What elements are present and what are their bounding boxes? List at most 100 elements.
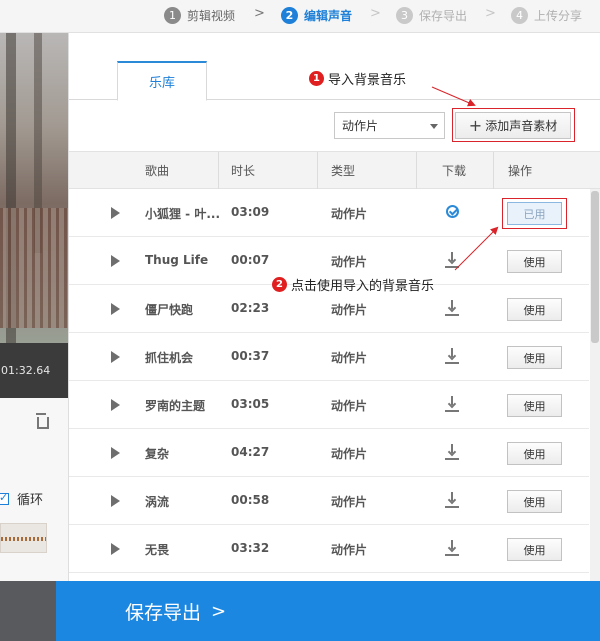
- track-type: 动作片: [331, 399, 368, 413]
- download-icon[interactable]: [445, 252, 459, 268]
- step-save-export[interactable]: 3 保存导出: [396, 5, 467, 25]
- step-separator-icon: >: [254, 6, 265, 21]
- use-button[interactable]: 使用: [507, 250, 562, 273]
- download-icon[interactable]: [445, 540, 459, 556]
- use-button[interactable]: 使用: [507, 346, 562, 369]
- download-icon[interactable]: [445, 300, 459, 316]
- audio-waveform[interactable]: [0, 523, 47, 553]
- table-row[interactable]: 涡流 00:58 动作片 使用: [69, 477, 589, 525]
- step-upload-share[interactable]: 4 上传分享: [511, 5, 582, 25]
- step-number: 3: [396, 6, 413, 24]
- use-button[interactable]: 使用: [507, 538, 562, 561]
- track-duration: 03:32: [231, 541, 270, 555]
- loop-option[interactable]: 循环: [0, 489, 43, 508]
- play-icon[interactable]: [111, 543, 120, 555]
- table-row[interactable]: 小狐狸 - 叶... 03:09 动作片 已用: [69, 189, 589, 237]
- play-icon[interactable]: [111, 399, 120, 411]
- step-bar: 1 剪辑视频 > 2 编辑声音 > 3 保存导出 > 4 上传分享: [0, 0, 600, 33]
- step-number: 2: [281, 6, 298, 24]
- footer-left: [0, 581, 56, 641]
- use-button[interactable]: 使用: [507, 298, 562, 321]
- track-duration: 00:37: [231, 349, 270, 363]
- track-type: 动作片: [331, 351, 368, 365]
- play-icon[interactable]: [111, 351, 120, 363]
- use-button[interactable]: 使用: [507, 490, 562, 513]
- tab-strip: 乐库: [69, 33, 600, 101]
- music-library: 乐库 1 导入背景音乐 动作片 + 添加声音素材 歌曲 时长 类型 下载 操作 …: [69, 33, 600, 581]
- loop-label: 循环: [17, 493, 44, 508]
- track-duration: 00:07: [231, 253, 270, 267]
- track-name: 抓住机会: [145, 351, 194, 365]
- use-button[interactable]: 使用: [507, 442, 562, 465]
- table-header: 歌曲 时长 类型 下载 操作: [69, 151, 600, 189]
- time-readout: 01:32.64: [0, 343, 68, 398]
- step-edit-audio[interactable]: 2 编辑声音: [281, 5, 352, 25]
- downloaded-check-icon: [446, 205, 459, 218]
- column-action: 操作: [508, 164, 533, 178]
- play-icon[interactable]: [111, 207, 120, 219]
- track-name: 涡流: [145, 495, 170, 509]
- annotation-number: 2: [272, 277, 287, 292]
- track-type: 动作片: [331, 303, 368, 317]
- track-type: 动作片: [331, 447, 368, 461]
- annotation-number: 1: [309, 71, 324, 86]
- table-row[interactable]: 无畏 03:32 动作片 使用: [69, 525, 589, 573]
- annotation-use: 2 点击使用导入的背景音乐: [272, 275, 434, 294]
- track-name: 罗南的主题: [145, 399, 206, 413]
- used-button[interactable]: 已用: [507, 202, 562, 225]
- category-select-value: 动作片: [342, 119, 379, 133]
- column-duration[interactable]: 时长: [231, 152, 255, 189]
- annotation-import: 1 导入背景音乐: [309, 69, 406, 88]
- save-export-label: 保存导出: [125, 601, 202, 624]
- save-export-button[interactable]: 保存导出 >: [56, 581, 600, 641]
- plus-icon: +: [468, 116, 483, 135]
- step-number: 1: [164, 6, 181, 24]
- track-type: 动作片: [331, 207, 368, 221]
- chevron-down-icon: [430, 124, 438, 129]
- video-preview[interactable]: [0, 33, 68, 343]
- track-duration: 03:09: [231, 205, 270, 219]
- download-icon[interactable]: [445, 348, 459, 364]
- step-label: 编辑声音: [304, 8, 353, 23]
- step-number: 4: [511, 6, 528, 24]
- table-row[interactable]: 抓住机会 00:37 动作片 使用: [69, 333, 589, 381]
- preview-panel: 01:32.64 循环: [0, 33, 69, 581]
- track-type: 动作片: [331, 495, 368, 509]
- use-button[interactable]: 使用: [507, 394, 562, 417]
- play-icon[interactable]: [111, 303, 120, 315]
- track-duration: 03:05: [231, 397, 270, 411]
- annotation-text: 点击使用导入的背景音乐: [291, 279, 435, 294]
- play-icon[interactable]: [111, 447, 120, 459]
- track-name: 复杂: [145, 447, 170, 461]
- step-edit-video[interactable]: 1 剪辑视频: [164, 5, 235, 25]
- column-type[interactable]: 类型: [331, 152, 355, 189]
- category-select[interactable]: 动作片: [334, 112, 445, 139]
- table-row[interactable]: 复杂 04:27 动作片 使用: [69, 429, 589, 477]
- step-label: 剪辑视频: [187, 8, 236, 23]
- download-icon[interactable]: [445, 492, 459, 508]
- track-name: Thug Life: [145, 253, 209, 267]
- download-icon[interactable]: [445, 396, 459, 412]
- track-duration: 00:58: [231, 493, 270, 507]
- step-label: 上传分享: [534, 8, 583, 23]
- scrollbar[interactable]: [590, 189, 600, 581]
- track-duration: 04:27: [231, 445, 270, 459]
- column-download: 下载: [442, 164, 467, 178]
- add-audio-button[interactable]: + 添加声音素材: [455, 112, 571, 139]
- step-label: 保存导出: [419, 8, 468, 23]
- trash-icon[interactable]: [34, 413, 49, 429]
- download-icon[interactable]: [445, 444, 459, 460]
- table-row[interactable]: 罗南的主题 03:05 动作片 使用: [69, 381, 589, 429]
- column-song[interactable]: 歌曲: [145, 152, 169, 189]
- step-separator-icon: >: [485, 6, 496, 21]
- step-separator-icon: >: [370, 6, 381, 21]
- scrollbar-thumb[interactable]: [591, 191, 599, 343]
- track-name: 小狐狸 - 叶...: [145, 207, 221, 221]
- play-icon[interactable]: [111, 255, 120, 267]
- track-name: 无畏: [145, 543, 170, 557]
- tab-music-library[interactable]: 乐库: [117, 61, 207, 101]
- track-type: 动作片: [331, 255, 368, 269]
- chevron-right-icon: >: [211, 600, 227, 622]
- loop-checkbox[interactable]: [0, 491, 9, 505]
- play-icon[interactable]: [111, 495, 120, 507]
